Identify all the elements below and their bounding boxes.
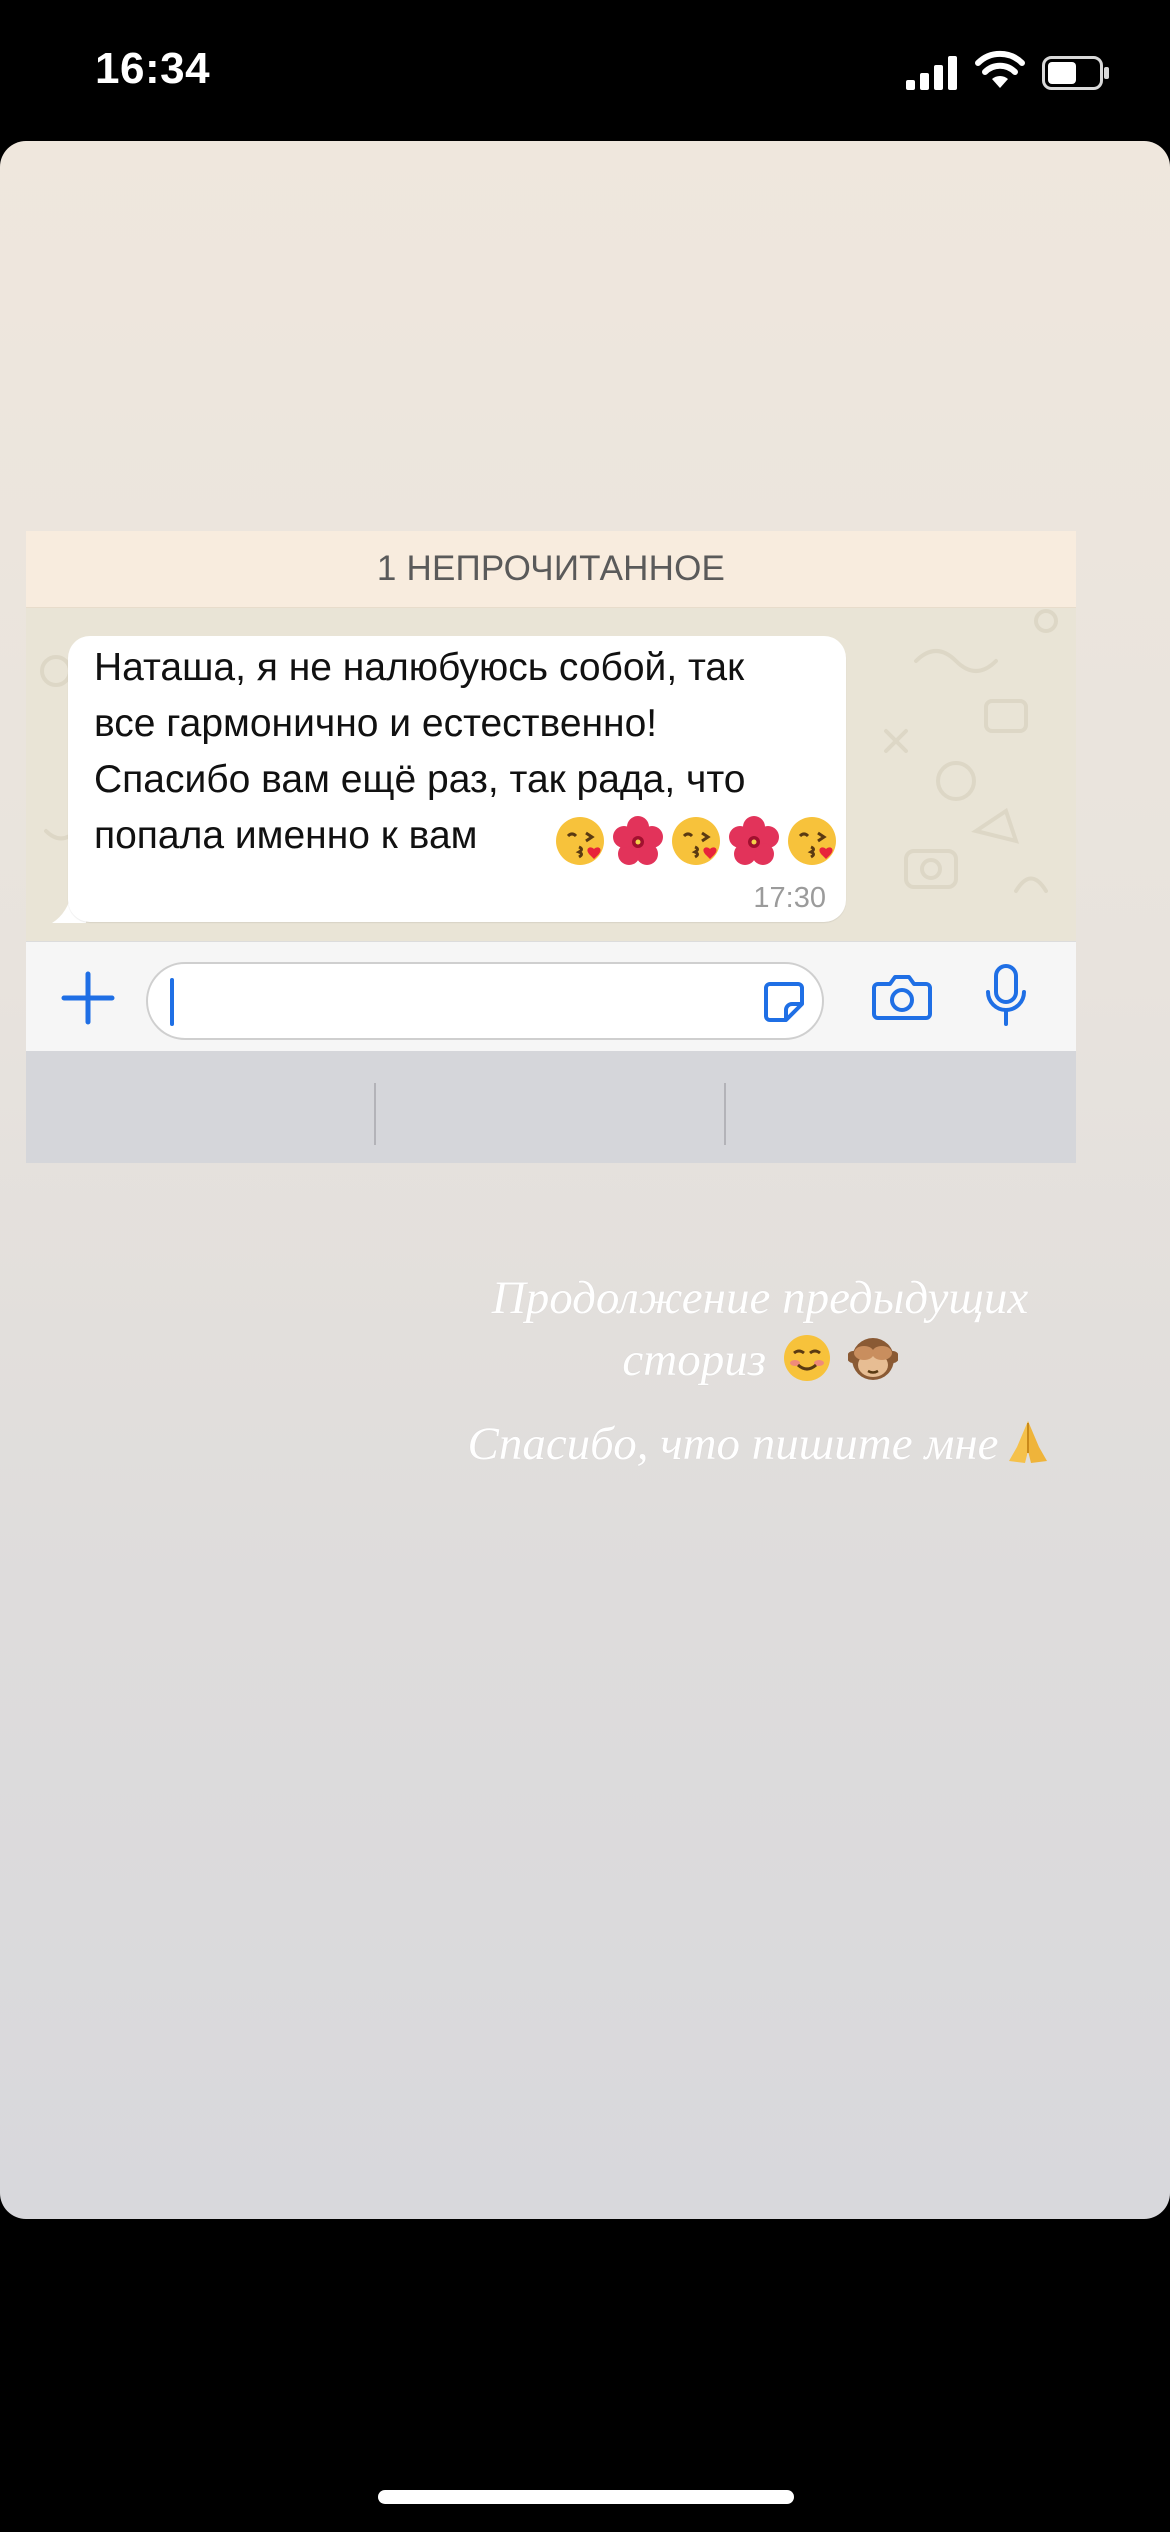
story-caption-line2: сториз [400,1333,1120,1387]
story-caption-line3: Спасибо, что пишите мне [400,1417,1120,1471]
message-line: все гармонично и естественно! [94,702,658,745]
suggestion-divider [724,1083,726,1145]
chat-screenshot: 1 НЕПРОЧИТАННОЕ Наташа, я не налюбуюсь с… [26,531,1076,1163]
message-line: Наташа, я не налюбуюсь собой, так [94,646,745,689]
message-emojis [554,815,838,867]
cellular-signal-icon [906,56,957,90]
sticker-icon[interactable] [762,980,806,1024]
folded-hands-emoji-icon [1008,1421,1047,1463]
smiling-face-emoji-icon [783,1335,830,1381]
status-bar: 16:34 [0,0,1170,140]
keyboard-suggestion-bar [26,1051,1076,1163]
message-bubble[interactable]: Наташа, я не налюбуюсь собой, так все га… [68,636,846,922]
message-timestamp: 17:30 [753,882,826,914]
message-input-bar [26,941,1076,1052]
hibiscus-emoji-icon [613,816,663,865]
home-indicator[interactable] [378,2490,794,2504]
message-line: Спасибо вам ещё раз, так рада, что [94,758,746,801]
battery-icon [1042,56,1109,90]
unread-banner: 1 НЕПРОЧИТАННОЕ [26,531,1076,608]
message-line: попала именно к вам [94,814,478,857]
wifi-icon [975,50,1025,88]
story-caption-text: сториз [622,1334,767,1386]
story-caption-line: Продолжение предыдущих [491,1272,1029,1324]
camera-icon[interactable] [872,972,932,1022]
plus-icon[interactable] [60,970,116,1026]
message-input[interactable] [146,962,824,1040]
see-no-evil-monkey-emoji-icon [846,1338,899,1380]
story-caption-text: Спасибо, что пишите мне [467,1418,999,1470]
hibiscus-emoji-icon [729,816,779,865]
text-caret [170,978,174,1026]
suggestion-divider [374,1083,376,1145]
microphone-icon[interactable] [984,964,1028,1028]
kissing-face-emoji-icon [672,817,720,865]
status-time: 16:34 [95,44,211,93]
story-card: 1 НЕПРОЧИТАННОЕ Наташа, я не налюбуюсь с… [0,141,1170,2219]
kissing-face-emoji-icon [788,817,836,865]
kissing-face-emoji-icon [556,817,604,865]
